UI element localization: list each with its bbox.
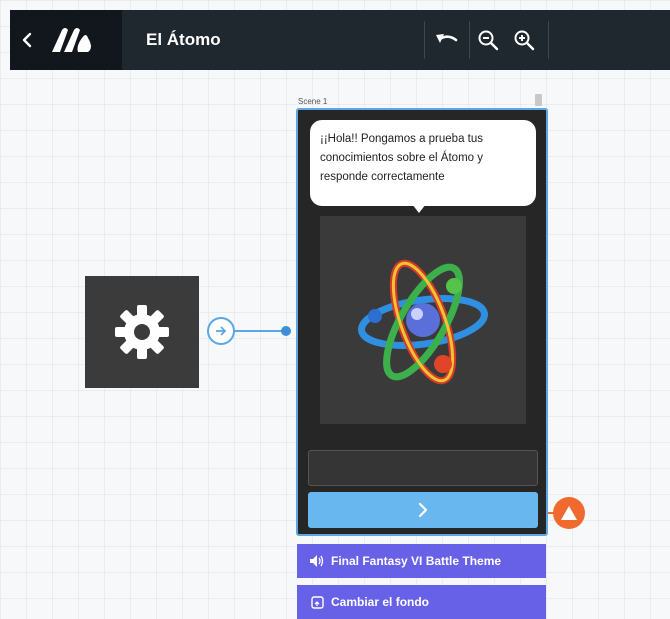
toolbar-tools [424,10,549,70]
change-background-label: Cambiar el fondo [331,595,430,609]
scene-drag-handle[interactable] [535,94,542,106]
music-button[interactable]: Final Fantasy VI Battle Theme [297,544,546,578]
arrow-right-icon [216,326,227,336]
logo-icon [44,20,104,60]
connector-line [235,330,285,332]
warning-icon [561,506,577,520]
top-bar: El Átomo [10,10,670,70]
zoom-out-icon [478,30,499,51]
top-bar-left [10,10,122,70]
next-button[interactable] [308,492,538,528]
music-button-label: Final Fantasy VI Battle Theme [331,554,502,568]
speech-bubble: ¡¡Hola!! Pongamos a prueba tus conocimie… [310,120,536,206]
change-background-button[interactable]: Cambiar el fondo [297,585,546,619]
speaker-icon [309,553,325,569]
zoom-in-icon [514,30,535,51]
back-button[interactable] [10,10,44,70]
background-icon [309,594,325,610]
back-icon [22,32,32,48]
connector-arrow[interactable] [207,317,235,345]
gear-icon [115,305,169,359]
undo-icon [436,34,458,43]
scene-card[interactable]: ¡¡Hola!! Pongamos a prueba tus conocimie… [296,108,548,536]
speech-bubble-tail [412,204,426,213]
scene-label: Scene 1 [298,97,328,106]
settings-node[interactable] [85,276,199,388]
page-title: El Átomo [146,30,221,49]
zoom-in-button[interactable] [506,10,542,70]
zoom-out-button[interactable] [470,10,506,70]
warning-badge[interactable] [553,497,585,529]
atom-icon [358,259,488,385]
chevron-right-icon [418,502,428,518]
toolbar-divider [548,21,549,59]
atom-illustration [320,216,526,424]
undo-button[interactable] [425,10,469,70]
connector-port[interactable] [281,326,291,336]
answer-input[interactable] [308,450,538,486]
